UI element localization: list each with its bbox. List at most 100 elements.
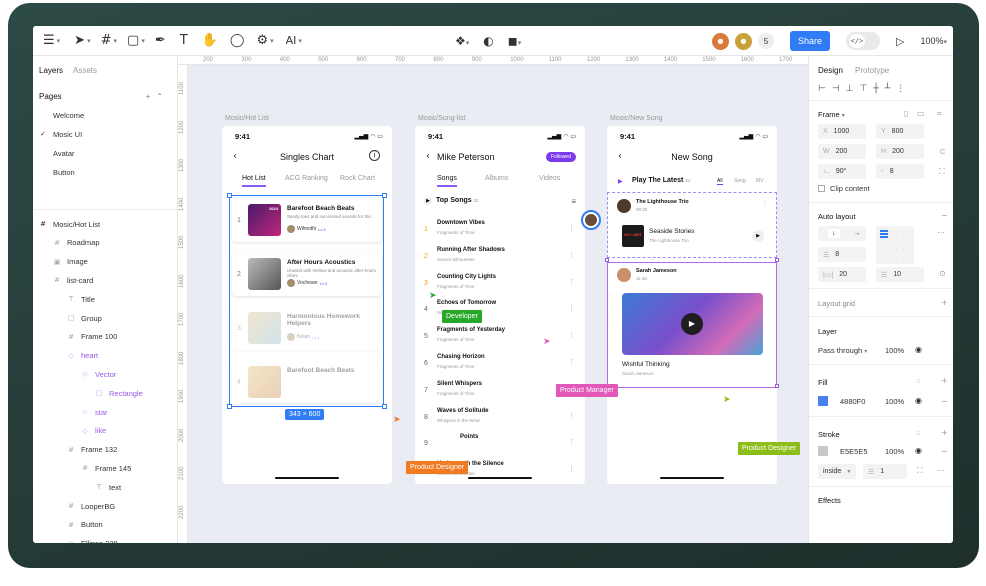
video-thumbnail[interactable]: ▶ [622,293,763,355]
layer-item[interactable]: ▢ Rectangle [33,384,178,402]
layer-item[interactable]: T Title [33,290,178,308]
back-icon[interactable]: ‹ [426,151,430,162]
tab-rock-chart[interactable]: Rock Chart [340,175,375,182]
collaborator-avatar[interactable]: ☻ [711,32,729,50]
padding-horizontal-field[interactable]: |▭| 20 [818,267,866,282]
info-icon[interactable]: i [369,150,380,161]
page-item[interactable]: ✓ Mosic UI [33,125,178,143]
layer-item[interactable]: # Roadmap [33,234,178,252]
collaborator-avatar[interactable] [581,210,601,230]
more-icon[interactable]: ⋮ [568,358,575,366]
tab-songs[interactable]: Songs [437,175,457,187]
tab-videos[interactable]: Videos [539,175,560,182]
frame-label[interactable]: Mosic/Hot List [225,115,269,122]
post-card[interactable]: Sarah Jameson 11:36 ▶ Wishful Thinking S… [607,262,777,388]
resize-handle[interactable] [775,258,779,262]
add-page-icon[interactable]: + [146,92,157,101]
alignment-grid[interactable]: ··· ··· ··· [876,226,914,264]
x-field[interactable]: X 1000 [818,124,866,139]
dev-mode-toggle[interactable]: </> [845,32,880,50]
frame-label[interactable]: Mosic/Song-list [418,115,465,122]
zoom-level[interactable]: 100%▾ [920,36,947,46]
stroke-swatch[interactable] [818,446,828,456]
text-tool-icon[interactable]: T [180,33,188,48]
fill-swatch[interactable] [818,396,828,406]
eye-icon[interactable]: ◉ [915,345,922,354]
filter-mv[interactable]: MV [756,178,764,184]
layer-item[interactable]: ◇ like [33,422,178,440]
song-row[interactable]: 3 Counting City Lights Fragments of Time ⋮ [415,270,585,297]
play-latest-label[interactable]: Play The Latest [632,177,683,184]
collapse-icon[interactable]: ⌃ [156,92,169,101]
add-fill-icon[interactable]: + [941,376,948,385]
more-icon[interactable]: ⋮ [568,331,575,339]
layer-item[interactable]: # Frame 132 [33,441,178,459]
y-field[interactable]: Y 800 [876,124,924,139]
frame-new-song[interactable]: 9:41 ▂▄▆ ◠ ▭ ‹ New Song ▶ Play The Lates… [607,126,777,484]
share-button[interactable]: Share [789,31,830,51]
move-tool-icon[interactable]: ➤ ▾ [74,33,90,48]
resize-handle[interactable] [775,384,779,388]
padding-vertical-field[interactable]: ☰ 10 [876,267,924,282]
more-icon[interactable]: ⋮ [568,438,575,446]
stroke-width-field[interactable]: ☰ 1 [863,464,907,479]
resize-handle[interactable] [605,258,609,262]
stroke-sides-icon[interactable]: ⛶ [917,466,923,476]
song-row[interactable]: 1 Downtown Vibes Fragments of Time ⋮ [415,216,585,243]
component-icon[interactable]: ❖▾ [455,34,469,48]
corner-icon[interactable]: ⛶ [939,167,945,177]
gap-field[interactable]: ☰ 8 [818,247,866,262]
stroke-opacity[interactable]: 100% [885,447,904,456]
layer-item[interactable]: # Mosic/Hot List [33,215,178,233]
layer-item[interactable]: ◇ heart [33,347,178,365]
song-row[interactable]: 8 Waves of Solitude Whispers in the Wind ⋮ [415,404,585,431]
layer-item[interactable]: # Frame 145 [33,459,178,477]
tab-assets[interactable]: Assets [73,66,97,75]
layer-item[interactable]: ◇ Vector [33,365,178,383]
boolean-icon[interactable]: ◼▾ [508,34,521,48]
tab-prototype[interactable]: Prototype [855,66,889,75]
remove-fill-icon[interactable]: − [941,397,948,406]
tab-acg-ranking[interactable]: ACG Ranking [285,175,328,182]
collaborator-avatar[interactable]: ☻ [734,32,752,50]
main-menu-icon[interactable]: ☰ ▾ [43,33,60,48]
filter-all[interactable]: All [717,178,723,185]
ai-tool-button[interactable]: AI ▾ [286,34,302,47]
resize-handle[interactable] [227,404,232,409]
clip-content-checkbox[interactable]: Clip content [818,184,870,193]
collaborator-count[interactable]: 5 [757,33,774,49]
width-field[interactable]: W 200 [818,144,866,159]
more-icon[interactable]: ⋯ [937,466,945,475]
post-card[interactable]: The Lighthouse Trio 09:30 ⋮ NO LIMIT Sea… [607,192,777,258]
more-icon[interactable]: ⋮ [568,278,575,286]
stroke-position-select[interactable]: inside ▾ [818,464,856,479]
layer-item[interactable]: # LooperBG [33,497,178,515]
add-grid-icon[interactable]: + [941,298,948,307]
more-icon[interactable]: ⋮ [568,251,575,259]
more-icon[interactable]: ⋮ [568,304,575,312]
pen-tool-icon[interactable]: ✒ [155,33,166,48]
layer-item[interactable]: Ttext [33,478,178,496]
more-icon[interactable]: ⋯ [937,228,945,237]
followed-button[interactable]: Followed [545,152,576,162]
height-field[interactable]: H 200 [876,144,924,159]
play-icon[interactable]: ▶ [752,230,764,242]
song-row[interactable]: 9 Points ⋮ [415,430,585,457]
play-all-icon[interactable]: ▶ [424,197,432,205]
play-icon[interactable]: ▶ [681,313,703,335]
song-row[interactable]: 2 Running After Shadows Sunset Silhouettes… [415,243,585,270]
layer-item[interactable]: # Frame 100 [33,328,178,346]
resize-handle[interactable] [382,404,387,409]
plugin-tool-icon[interactable]: ⚙ ▾ [256,33,273,48]
tab-design[interactable]: Design [818,66,843,75]
layout-grid-title[interactable]: Layout grid [818,299,855,308]
layer-opacity[interactable]: 100% [885,346,904,355]
direction-control[interactable]: ↓ → [818,226,866,241]
fill-hex[interactable]: 4880F0 [840,397,865,406]
rotation-field[interactable]: ∟ 90° [818,164,866,179]
list-menu-icon[interactable]: ≡ [571,197,576,206]
more-icon[interactable]: ⋮ [568,412,575,420]
song-row[interactable]: 4Echoes of TomorrowSunset Silhouettes⋮ [415,296,585,323]
play-latest-icon[interactable]: ▶ [618,178,623,185]
layer-item[interactable]: ▣ Image [33,253,178,271]
